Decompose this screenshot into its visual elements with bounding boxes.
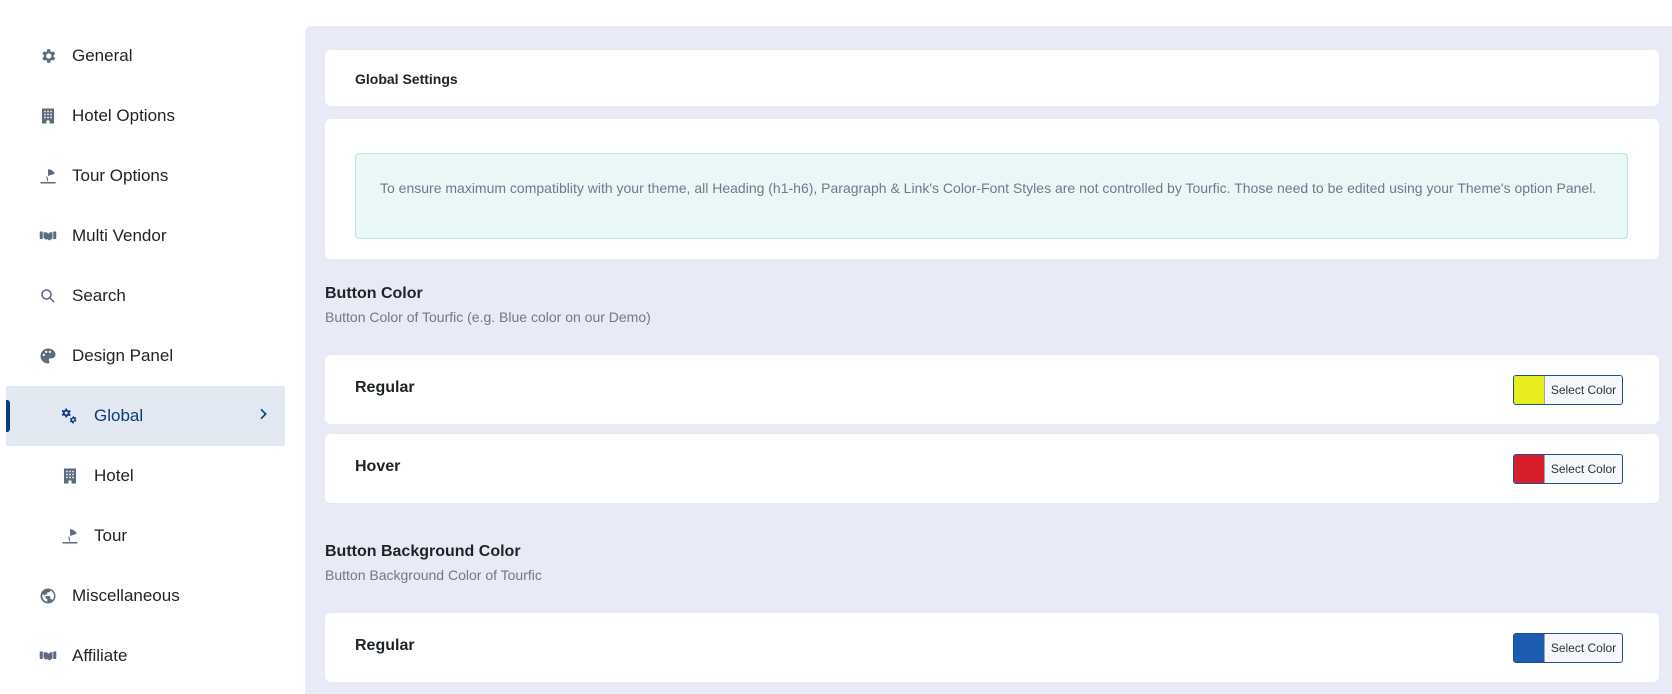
section-header-button-background-color: Button Background Color Button Backgroun… [325, 543, 542, 583]
color-row-background-regular: Regular Select Color [325, 613, 1659, 682]
section-header-button-color: Button Color Button Color of Tourfic (e.… [325, 285, 651, 325]
palette-icon [38, 346, 58, 366]
notice-box: To ensure maximum compatiblity with your… [355, 153, 1628, 239]
color-swatch [1514, 634, 1545, 662]
gear-icon [38, 46, 58, 66]
sidebar-item-tour[interactable]: Tour [6, 506, 285, 566]
page-title: Global Settings [355, 71, 458, 87]
section-title: Button Color [325, 285, 423, 302]
select-color-label: Select Color [1550, 462, 1617, 476]
sidebar-item-search[interactable]: Search [6, 266, 285, 326]
sidebar-item-label: Search [72, 286, 126, 305]
color-swatch [1514, 376, 1545, 404]
notice-card: To ensure maximum compatiblity with your… [325, 119, 1659, 259]
sidebar-item-label: Hotel [94, 466, 134, 485]
row-label: Regular [355, 637, 415, 654]
color-picker-button[interactable]: Select Color [1513, 633, 1623, 663]
sidebar-item-label: Multi Vendor [72, 226, 167, 245]
sidebar-item-label: General [72, 46, 133, 65]
umbrella-beach-icon [60, 526, 80, 546]
chevron-right-icon [255, 406, 275, 426]
sidebar-item-label: Miscellaneous [72, 586, 180, 605]
handshake-icon [38, 226, 58, 246]
sidebar-item-hotel[interactable]: Hotel [6, 446, 285, 506]
select-color-label: Select Color [1550, 641, 1617, 655]
row-label: Hover [355, 458, 401, 475]
sidebar-item-tour-options[interactable]: Tour Options [6, 146, 285, 206]
section-title: Button Background Color [325, 543, 521, 560]
section-description: Button Color of Tourfic (e.g. Blue color… [325, 309, 651, 325]
row-label: Regular [355, 379, 415, 396]
color-row-button-hover: Hover Select Color [325, 434, 1659, 503]
header-card: Global Settings [325, 50, 1659, 106]
sidebar-item-affiliate[interactable]: Affiliate [6, 626, 285, 686]
sidebar-item-multi-vendor[interactable]: Multi Vendor [6, 206, 285, 266]
sidebar-item-hotel-options[interactable]: Hotel Options [6, 86, 285, 146]
sidebar-item-label: Tour [94, 526, 128, 545]
sidebar-item-miscellaneous[interactable]: Miscellaneous [6, 566, 285, 626]
sidebar-item-general[interactable]: General [6, 26, 285, 86]
handshake-icon [38, 646, 58, 666]
color-picker-button[interactable]: Select Color [1513, 375, 1623, 405]
globe-icon [38, 586, 58, 606]
search-icon [38, 286, 58, 306]
color-picker-button[interactable]: Select Color [1513, 454, 1623, 484]
sidebar-item-label: Tour Options [72, 166, 169, 185]
color-row-button-regular: Regular Select Color [325, 355, 1659, 424]
cogs-icon [60, 406, 80, 426]
sidebar-item-global[interactable]: Global [6, 386, 285, 446]
settings-panel: Global Settings To ensure maximum compat… [305, 26, 1672, 694]
sidebar-item-label: Affiliate [72, 646, 128, 665]
sidebar-item-label: Design Panel [72, 346, 174, 365]
building-icon [38, 106, 58, 126]
sidebar-item-label: Global [94, 406, 144, 425]
sidebar-item-design-panel[interactable]: Design Panel [6, 326, 285, 386]
sidebar: General Hotel Options Tour Options Multi… [0, 0, 300, 694]
umbrella-beach-icon [38, 166, 58, 186]
select-color-label: Select Color [1550, 383, 1617, 397]
sidebar-item-label: Hotel Options [72, 106, 175, 125]
building-icon [60, 466, 80, 486]
section-description: Button Background Color of Tourfic [325, 567, 542, 583]
color-swatch [1514, 455, 1545, 483]
